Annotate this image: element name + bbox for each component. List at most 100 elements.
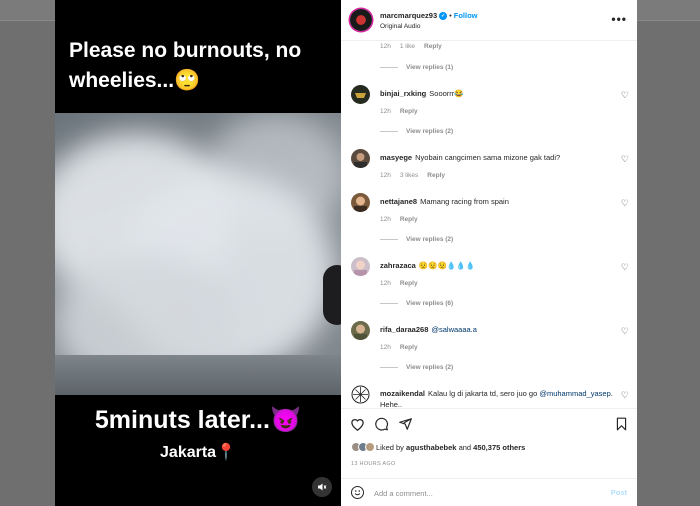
comment-likes[interactable]: 3 likes	[400, 172, 418, 179]
view-replies-label: View replies (2)	[406, 236, 454, 243]
media-top-caption: Please no burnouts, no wheelies...🙄	[69, 39, 302, 92]
replies-line	[380, 130, 398, 132]
reply-button[interactable]: Reply	[427, 172, 445, 179]
replies-line	[380, 366, 398, 368]
view-replies-label: View replies (2)	[406, 364, 454, 371]
comment-meta: 12h Reply	[380, 216, 427, 223]
comment-username[interactable]: binjai_rxking	[380, 89, 426, 98]
comment-text: nettajane8 Mamang racing from spain	[380, 196, 615, 207]
ground	[55, 355, 341, 395]
view-replies-label: View replies (6)	[406, 300, 454, 307]
liked-by-line: Liked by agusthabebek and 450,375 others	[351, 442, 525, 452]
comment-mention-link[interactable]: @salwaaaa.a	[431, 325, 477, 334]
liked-by-prefix: Liked by	[376, 442, 404, 452]
replies-line	[380, 238, 398, 240]
view-replies-button[interactable]: View replies (2)	[380, 364, 453, 371]
original-audio-link[interactable]: Original Audio	[380, 23, 420, 30]
comment-text: binjai_rxking Sooorrr😂	[380, 88, 615, 99]
post-comment-button[interactable]: Post	[611, 488, 627, 497]
like-heart-icon[interactable]	[350, 417, 365, 434]
comment-body: Sooorrr😂	[429, 89, 464, 98]
view-replies-button[interactable]: View replies (6)	[380, 300, 453, 307]
verified-badge-icon: ✓	[439, 12, 448, 21]
comment-time: 12h	[380, 344, 391, 351]
comment-item: nettajane8 Mamang racing from spain ♡	[341, 193, 637, 233]
comments-panel: marcmarquez93 ✓ • Follow Original Audio •••…	[341, 0, 637, 506]
emoji-icon[interactable]	[351, 486, 364, 499]
comment-meta: 12h Reply	[380, 108, 427, 115]
share-send-icon[interactable]	[398, 417, 413, 434]
replies-line	[380, 66, 398, 68]
comment-item: rifa_daraa268 @salwaaaa.a ♡	[341, 321, 637, 361]
like-heart-icon[interactable]: ♡	[621, 154, 629, 165]
reply-button[interactable]: Reply	[400, 108, 418, 115]
avatar[interactable]	[351, 257, 370, 276]
like-heart-icon[interactable]: ♡	[621, 326, 629, 337]
more-options-icon[interactable]: •••	[611, 12, 627, 26]
comment-bubble-icon[interactable]	[374, 417, 389, 434]
comment-body: Nyobain cangcimen sama mizone gak tadi?	[415, 153, 561, 162]
reply-button[interactable]: Reply	[400, 280, 418, 287]
avatar[interactable]	[351, 385, 370, 404]
avatar[interactable]	[351, 149, 370, 168]
video-frame[interactable]	[55, 113, 341, 395]
view-replies-button[interactable]: View replies (2)	[380, 236, 453, 243]
reply-button[interactable]: Reply	[400, 344, 418, 351]
motorcycle-tire	[323, 265, 341, 325]
like-heart-icon[interactable]: ♡	[621, 90, 629, 101]
like-heart-icon[interactable]: ♡	[621, 198, 629, 209]
avatar[interactable]	[351, 193, 370, 212]
comment-meta: 12h Reply	[380, 280, 427, 287]
post-media[interactable]: Please no burnouts, no wheelies...🙄 5min…	[55, 0, 341, 506]
likes-count-link[interactable]: 450,375 others	[473, 443, 525, 452]
comment-username[interactable]: rifa_daraa268	[380, 325, 428, 334]
view-replies-label: View replies (1)	[406, 64, 454, 71]
comment-item: zahrazaca 😟😟😟💧💧💧 ♡	[341, 257, 637, 297]
comment-input[interactable]	[374, 485, 594, 501]
comment-time: 12h	[380, 216, 391, 223]
header-user-line: marcmarquez93 ✓ • Follow	[380, 11, 478, 21]
comment-username[interactable]: mozaikendal	[380, 389, 425, 398]
comment-username[interactable]: zahrazaca	[380, 261, 416, 270]
comment-likes[interactable]: 1 like	[400, 43, 415, 50]
like-heart-icon[interactable]: ♡	[621, 390, 629, 401]
comment-username[interactable]: nettajane8	[380, 197, 417, 206]
speaker-muted-icon[interactable]	[312, 477, 332, 497]
follow-button[interactable]: Follow	[454, 11, 478, 20]
username-link[interactable]: marcmarquez93	[380, 11, 437, 20]
comment-item: binjai_rxking Sooorrr😂 ♡	[341, 85, 637, 125]
media-bottom-caption: 5minuts later...😈	[94, 406, 302, 434]
liked-by-user-link[interactable]: agusthabebek	[406, 443, 456, 452]
view-replies-button[interactable]: View replies (1)	[380, 64, 453, 71]
comment-body: 😟😟😟💧💧💧	[418, 261, 475, 270]
avatar[interactable]	[350, 9, 372, 31]
comments-list[interactable]: 12h 1 like Reply View replies (1) binjai_r…	[341, 41, 637, 408]
view-replies-label: View replies (2)	[406, 128, 454, 135]
add-comment-bar: Post	[341, 478, 637, 506]
comment-meta: 12h Reply	[380, 344, 427, 351]
avatar	[365, 442, 375, 452]
comment-time: 12h	[380, 108, 391, 115]
reply-button[interactable]: Reply	[400, 216, 418, 223]
post-header: marcmarquez93 ✓ • Follow Original Audio •••	[341, 0, 637, 41]
avatar[interactable]	[351, 85, 370, 104]
comment-mention-link[interactable]: @muhammad_yasep	[539, 389, 610, 398]
like-heart-icon[interactable]: ♡	[621, 262, 629, 273]
post-timestamp[interactable]: 13 HOURS AGO	[351, 461, 396, 467]
liked-by-and: and	[458, 442, 472, 452]
avatar[interactable]	[351, 321, 370, 340]
separator-dot: •	[449, 11, 452, 20]
view-replies-button[interactable]: View replies (2)	[380, 128, 453, 135]
reply-button[interactable]: Reply	[424, 43, 442, 50]
media-location-caption: Jakarta📍	[160, 444, 236, 461]
bookmark-icon[interactable]	[615, 417, 628, 434]
liked-avatars	[351, 442, 375, 452]
comment-username[interactable]: masyege	[380, 153, 412, 162]
comment-text: mozaikendal Kalau lg di jakarta td, sero …	[380, 388, 615, 408]
comment-body: Kalau lg di jakarta td, sero juo go	[428, 389, 538, 398]
comment-time: 12h	[380, 172, 391, 179]
comment-item: masyege Nyobain cangcimen sama mizone gak…	[341, 149, 637, 189]
comment-text: rifa_daraa268 @salwaaaa.a	[380, 324, 615, 335]
comment-time: 12h	[380, 280, 391, 287]
comment-text: masyege Nyobain cangcimen sama mizone gak…	[380, 152, 615, 163]
